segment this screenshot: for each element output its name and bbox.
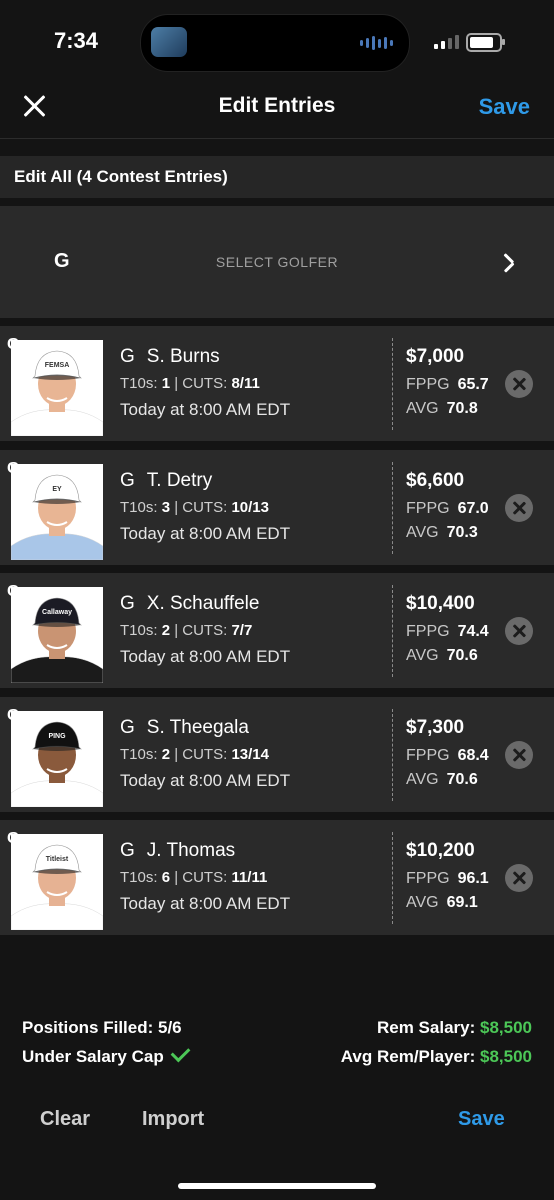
avg-remaining-value: $8,500	[480, 1047, 532, 1066]
svg-text:FEMSA: FEMSA	[45, 362, 70, 369]
positions-filled: Positions Filled: 5/6	[22, 1018, 182, 1037]
player-headshot: Titleist	[11, 834, 103, 930]
player-name-text: S. Burns	[146, 346, 220, 367]
remove-player-icon[interactable]	[505, 741, 533, 769]
player-headshot: FEMSA	[11, 340, 103, 436]
player-avg: AVG 70.6	[406, 771, 478, 788]
remove-player-icon[interactable]	[505, 617, 533, 645]
salary-cap-status: Under Salary Cap	[22, 1042, 191, 1067]
dashed-divider	[392, 585, 393, 677]
svg-text:Callaway: Callaway	[42, 609, 72, 616]
checkmark-icon	[170, 1042, 191, 1063]
player-salary: $10,200	[406, 840, 475, 861]
remaining-salary: Rem Salary: $8,500	[376, 1018, 532, 1037]
status-time: 7:34	[54, 28, 99, 53]
player-salary: $6,600	[406, 470, 465, 491]
select-golfer-label: SELECT GOLFER	[215, 254, 339, 270]
player-avg: AVG 70.8	[406, 400, 478, 417]
player-row[interactable]: G FEMSA G S. Burns T10s: 1 | CUTS: 8/11 T…	[0, 326, 554, 441]
player-avg: AVG 70.6	[406, 647, 478, 664]
tee-time: Today at 8:00 AM EDT	[120, 771, 291, 790]
player-name[interactable]: G S. Burns	[120, 346, 220, 368]
player-fppg: FPPG 65.7	[406, 376, 489, 393]
player-slot: G	[120, 346, 135, 367]
page-title: Edit Entries	[218, 94, 336, 117]
save-button[interactable]: Save	[458, 1108, 505, 1131]
player-salary: $7,000	[406, 346, 465, 367]
player-stats: T10s: 6 | CUTS: 11/11	[120, 869, 268, 886]
player-name[interactable]: G S. Theegala	[120, 717, 249, 739]
remove-player-icon[interactable]	[505, 864, 533, 892]
player-fppg: FPPG 96.1	[406, 870, 489, 887]
player-slot: G	[120, 840, 135, 861]
nav-header: Edit Entries Save	[0, 84, 554, 139]
player-stats: T10s: 3 | CUTS: 10/13	[120, 499, 269, 516]
player-stats: T10s: 1 | CUTS: 8/11	[120, 375, 260, 392]
avg-remaining-per-player: Avg Rem/Player: $8,500	[340, 1047, 532, 1066]
player-slot: G	[120, 470, 135, 491]
battery-icon	[466, 33, 505, 52]
status-bar: 7:34	[0, 0, 554, 84]
header-save-button[interactable]: Save	[479, 94, 530, 120]
player-headshot: PING	[11, 711, 103, 807]
player-fppg: FPPG 74.4	[406, 623, 489, 640]
tee-time: Today at 8:00 AM EDT	[120, 894, 291, 913]
remove-player-icon[interactable]	[505, 494, 533, 522]
now-playing-artwork	[151, 27, 187, 57]
player-row[interactable]: G EY G T. Detry T10s: 3 | CUTS: 10/13 Tod…	[0, 450, 554, 565]
player-stats: T10s: 2 | CUTS: 13/14	[120, 746, 269, 763]
signal-icon	[434, 35, 459, 49]
player-avg: AVG 70.3	[406, 524, 478, 541]
select-golfer-row[interactable]: G SELECT GOLFER	[0, 206, 554, 318]
import-button[interactable]: Import	[142, 1108, 204, 1131]
player-salary: $10,400	[406, 593, 475, 614]
lineup-summary: Positions Filled: 5/6 Under Salary Cap R…	[0, 1010, 554, 1080]
bottom-toolbar: Clear Import Save	[0, 1104, 554, 1144]
remaining-salary-value: $8,500	[480, 1018, 532, 1037]
dashed-divider	[392, 709, 393, 801]
player-salary: $7,300	[406, 717, 465, 738]
player-fppg: FPPG 68.4	[406, 747, 489, 764]
player-slot: G	[120, 717, 135, 738]
clear-button[interactable]: Clear	[40, 1108, 90, 1131]
player-name-text: S. Theegala	[146, 717, 249, 738]
dynamic-island	[140, 14, 410, 72]
home-indicator[interactable]	[178, 1183, 376, 1189]
player-name-text: J. Thomas	[146, 840, 236, 861]
dashed-divider	[392, 832, 393, 924]
remove-player-icon[interactable]	[505, 370, 533, 398]
tee-time: Today at 8:00 AM EDT	[120, 647, 291, 666]
player-slot: G	[120, 593, 135, 614]
audio-wave-icon	[360, 35, 393, 51]
svg-text:Titleist: Titleist	[46, 856, 69, 863]
tee-time: Today at 8:00 AM EDT	[120, 524, 291, 543]
player-name-text: X. Schauffele	[146, 593, 260, 614]
player-row[interactable]: G PING G S. Theegala T10s: 2 | CUTS: 13/1…	[0, 697, 554, 812]
svg-text:PING: PING	[48, 733, 66, 740]
player-name[interactable]: G T. Detry	[120, 470, 212, 492]
player-headshot: EY	[11, 464, 103, 560]
player-name[interactable]: G X. Schauffele	[120, 593, 259, 615]
player-row[interactable]: G Callaway G X. Schauffele T10s: 2 | CUTS…	[0, 573, 554, 688]
tee-time: Today at 8:00 AM EDT	[120, 400, 291, 419]
player-headshot: Callaway	[11, 587, 103, 683]
chevron-right-icon	[499, 254, 515, 270]
under-cap-label: Under Salary Cap	[22, 1047, 164, 1066]
edit-all-banner[interactable]: Edit All (4 Contest Entries)	[0, 156, 554, 198]
svg-text:EY: EY	[52, 486, 62, 493]
player-name[interactable]: G J. Thomas	[120, 840, 235, 862]
player-avg: AVG 69.1	[406, 894, 478, 911]
player-row[interactable]: G Titleist G J. Thomas T10s: 6 | CUTS: 11…	[0, 820, 554, 935]
player-name-text: T. Detry	[146, 470, 213, 491]
dashed-divider	[392, 338, 393, 430]
player-stats: T10s: 2 | CUTS: 7/7	[120, 622, 253, 639]
dashed-divider	[392, 462, 393, 554]
player-fppg: FPPG 67.0	[406, 500, 489, 517]
edit-all-label: Edit All (4 Contest Entries)	[14, 167, 228, 186]
